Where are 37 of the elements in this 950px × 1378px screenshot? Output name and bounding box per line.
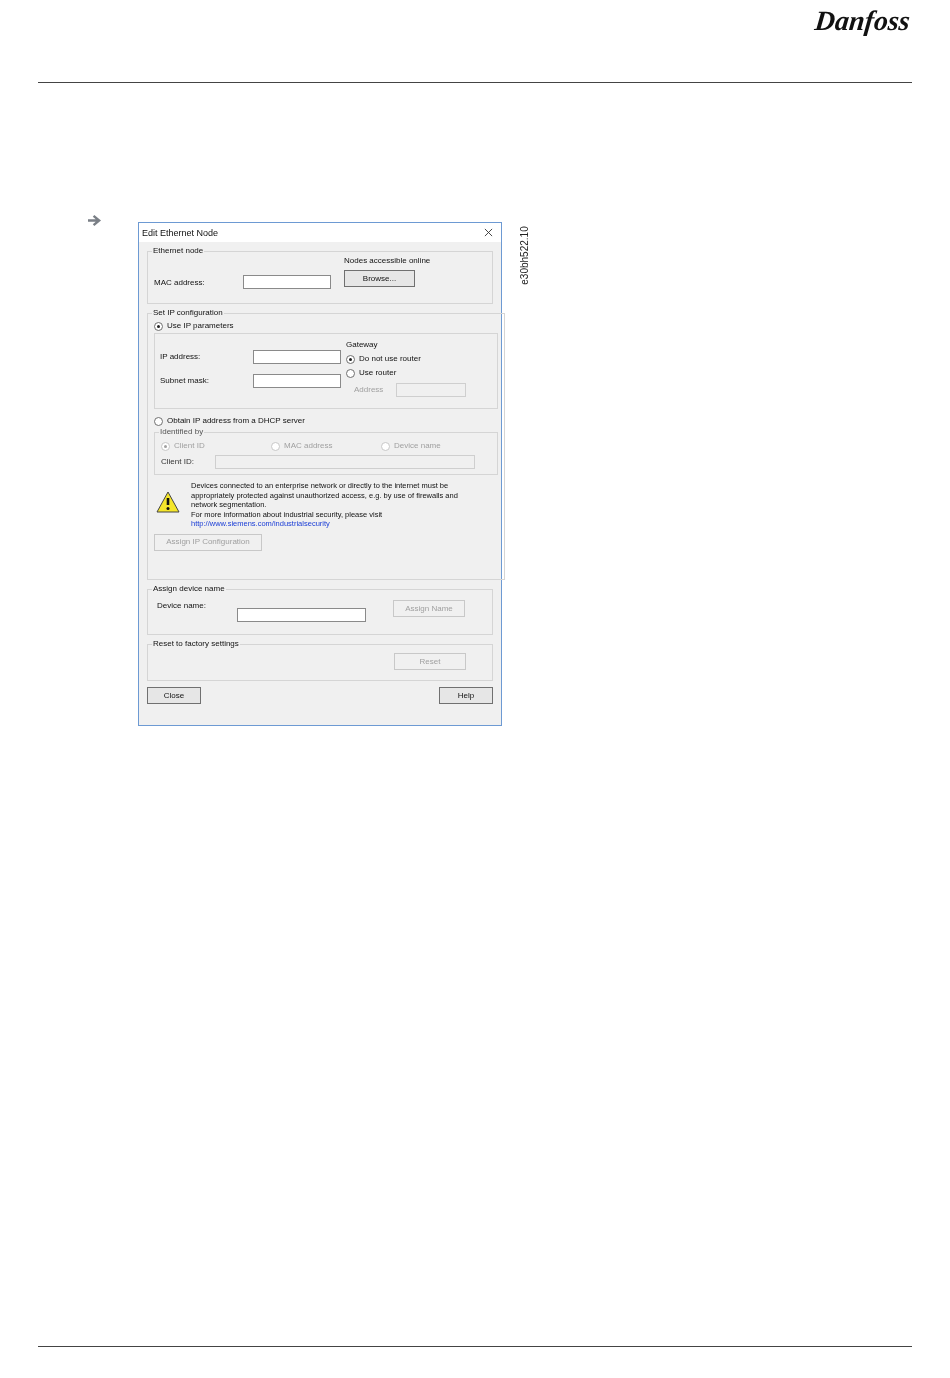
radio-label: Device name [394, 441, 441, 451]
arrow-icon [87, 214, 102, 227]
text-field[interactable] [243, 275, 331, 289]
radio-label: Do not use router [359, 354, 421, 364]
warning-icon [156, 491, 180, 513]
field-label: Client ID: [161, 457, 195, 467]
figure-code: e30bh522.10 [517, 225, 531, 287]
field-label: IP address: [160, 352, 202, 362]
radio-button[interactable] [154, 416, 163, 426]
group-title: Gateway [346, 340, 379, 350]
field-label: Subnet mask: [160, 376, 210, 386]
text-field[interactable] [253, 350, 341, 364]
group-title: Reset to factory settings [152, 639, 240, 649]
group-title: Identified by [159, 427, 205, 437]
radio-label: MAC address [284, 441, 333, 451]
dialog-button[interactable]: Close [147, 687, 201, 704]
text-field[interactable] [253, 374, 341, 388]
field-label: MAC address: [154, 278, 206, 289]
field-label: Address [354, 385, 385, 395]
close-icon[interactable] [484, 228, 493, 237]
dialog-button[interactable]: Browse... [344, 270, 415, 287]
radio-label: Use router [359, 368, 397, 378]
text-field[interactable] [237, 608, 366, 622]
radio-button[interactable] [346, 354, 355, 364]
radio-button[interactable] [346, 368, 355, 378]
group-title: Set IP configuration [152, 308, 224, 318]
radio-label: Use IP parameters [167, 321, 234, 331]
dialog-button[interactable]: Help [439, 687, 493, 704]
group-title: Assign device name [152, 584, 226, 594]
window-title: Edit Ethernet Node [142, 227, 219, 238]
field-label: Device name: [157, 601, 207, 611]
group-title: Ethernet node [152, 246, 205, 256]
radio-button[interactable] [154, 321, 163, 331]
radio-label: Obtain IP address from a DHCP server [167, 416, 305, 426]
brand-logo: Danfoss [813, 4, 912, 38]
radio-label: Client ID [174, 441, 205, 451]
field-label: Nodes accessible online [344, 256, 431, 266]
